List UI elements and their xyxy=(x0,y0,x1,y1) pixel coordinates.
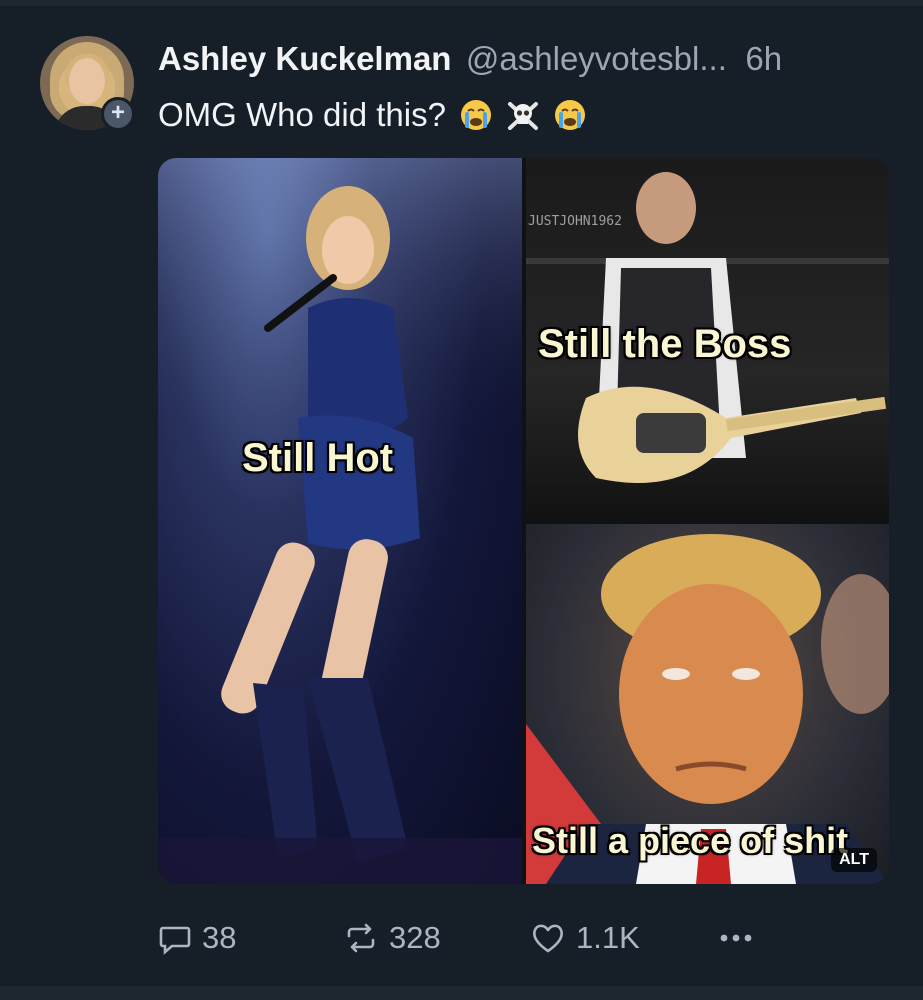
follow-plus-icon[interactable]: + xyxy=(101,97,135,131)
repost-count: 328 xyxy=(389,920,441,955)
media-image-bottom-right[interactable]: Still a piece of shit ALT xyxy=(526,524,889,884)
repost-button[interactable]: 328 xyxy=(343,918,441,958)
loudly-crying-face-icon xyxy=(555,100,586,130)
skull-and-crossbones-icon xyxy=(508,102,539,130)
post-text-body: OMG Who did this? xyxy=(158,96,446,133)
reply-icon xyxy=(159,926,191,955)
reply-count: 38 xyxy=(202,920,237,955)
author-name[interactable]: Ashley Kuckelman xyxy=(158,40,451,77)
avatar-wrap[interactable]: + xyxy=(40,36,136,132)
caption-still-hot: Still Hot xyxy=(242,436,394,480)
reply-button[interactable]: 38 xyxy=(158,918,236,958)
heart-icon xyxy=(533,924,563,953)
media-image-left[interactable]: Still Hot xyxy=(158,158,522,884)
media-image-top-right[interactable]: JUSTJOHN1962 Still the Boss xyxy=(526,158,889,520)
post-text: OMG Who did this? xyxy=(158,96,587,134)
repost-icon xyxy=(347,923,375,953)
caption-still-the-boss: Still the Boss xyxy=(538,322,792,366)
ellipsis-icon xyxy=(720,934,752,942)
bottom-divider xyxy=(0,986,923,1000)
author-handle[interactable]: @ashleyvotesbl... xyxy=(466,40,727,77)
media-grid[interactable]: Still Hot JUSTJOHN1962 Still the Boss St… xyxy=(158,158,889,884)
post-actions: 38 328 1.1K xyxy=(158,918,889,958)
avatar-face xyxy=(69,58,105,104)
image-watermark: JUSTJOHN1962 xyxy=(528,214,622,229)
caption-still-a-piece: Still a piece of shit xyxy=(532,820,849,861)
performer-illustration xyxy=(158,158,522,884)
alt-text-badge[interactable]: ALT xyxy=(831,848,877,872)
like-button[interactable]: 1.1K xyxy=(530,918,640,958)
post-timestamp[interactable]: 6h xyxy=(745,40,782,77)
post-header: Ashley Kuckelman @ashleyvotesbl... 6h xyxy=(158,40,782,80)
post[interactable]: + Ashley Kuckelman @ashleyvotesbl... 6h … xyxy=(0,6,923,986)
loudly-crying-face-icon xyxy=(461,100,492,130)
like-count: 1.1K xyxy=(576,920,640,955)
more-options-button[interactable] xyxy=(716,918,766,958)
